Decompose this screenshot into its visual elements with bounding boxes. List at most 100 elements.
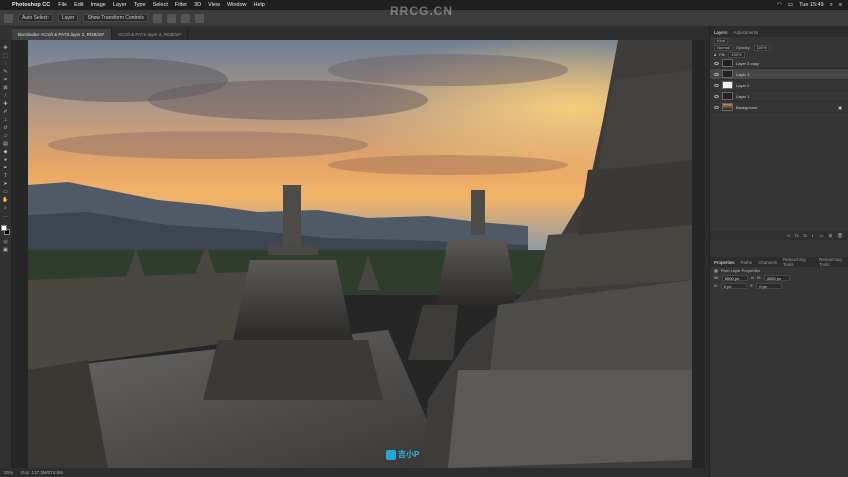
tab-retouching-tools-1[interactable]: Retouching Tools bbox=[783, 257, 813, 267]
width-input[interactable]: 6000 px bbox=[721, 275, 748, 281]
eye-icon[interactable] bbox=[714, 83, 719, 87]
menu-select[interactable]: Select bbox=[153, 2, 168, 8]
quick-mask-icon[interactable]: ◎ bbox=[2, 239, 10, 245]
menu-edit[interactable]: Edit bbox=[74, 2, 83, 8]
link-icon[interactable]: ∞ bbox=[751, 275, 754, 281]
blur-tool-icon[interactable]: ◆ bbox=[2, 149, 10, 155]
tab-retouching-tools-2[interactable]: Retouching Tools bbox=[819, 257, 848, 267]
eyedropper-tool-icon[interactable]: ⁄ bbox=[2, 93, 10, 99]
crop-tool-icon[interactable]: ⌗ bbox=[2, 77, 10, 83]
app-menu[interactable]: Photoshop CC bbox=[12, 2, 50, 8]
layers-empty-area bbox=[710, 113, 848, 231]
tab-label: ×Croft & PATS.layer 2, RGB/16* bbox=[117, 32, 182, 37]
menu-view[interactable]: View bbox=[208, 2, 220, 8]
layer-name: Layer 1 bbox=[736, 93, 750, 99]
marquee-tool-icon[interactable]: ⬚ bbox=[2, 53, 10, 59]
layer-row[interactable]: Layer 2 bbox=[710, 80, 848, 91]
eye-icon[interactable] bbox=[714, 105, 719, 109]
trash-icon[interactable]: 🗑︎ bbox=[837, 233, 843, 239]
layer-row[interactable]: Layer 1 bbox=[710, 91, 848, 102]
eye-icon[interactable] bbox=[714, 94, 719, 98]
healing-brush-tool-icon[interactable]: ✚ bbox=[2, 101, 10, 107]
zoom-tool-icon[interactable]: ⌕ bbox=[2, 205, 10, 211]
show-transform-controls-checkbox[interactable]: Show Transform Controls bbox=[83, 14, 148, 22]
tab-document-1[interactable]: Borobudur-×Croft & PATS.layer 2, RGB/16* bbox=[12, 29, 112, 40]
move-tool-icon[interactable] bbox=[4, 13, 13, 23]
eye-icon[interactable] bbox=[714, 61, 719, 65]
menu-help[interactable]: Help bbox=[254, 2, 265, 8]
hand-tool-icon[interactable]: ✋ bbox=[2, 197, 10, 203]
position-fields: X: 0 px Y: 0 px bbox=[710, 282, 848, 290]
adjustment-layer-icon[interactable]: ◐ bbox=[812, 233, 815, 238]
fx-icon[interactable]: fx bbox=[795, 233, 799, 238]
tab-paths[interactable]: Paths bbox=[741, 260, 753, 265]
frame-tool-icon[interactable]: ⊠ bbox=[2, 85, 10, 91]
align-icon[interactable] bbox=[180, 13, 190, 23]
distribute-icon[interactable] bbox=[194, 13, 204, 23]
menu-list-icon[interactable]: ≡ bbox=[839, 2, 842, 8]
fill-input[interactable]: 100% bbox=[728, 51, 745, 58]
align-icon[interactable] bbox=[152, 13, 162, 23]
tab-layers[interactable]: Layers bbox=[714, 30, 728, 35]
properties-title-row: ▦ Pixel Layer Properties bbox=[710, 267, 848, 274]
path-select-tool-icon[interactable]: ➤ bbox=[2, 181, 10, 187]
doc-size[interactable]: Doc: 137.3M/274.6M bbox=[21, 470, 63, 475]
history-brush-tool-icon[interactable]: ↺ bbox=[2, 125, 10, 131]
menu-image[interactable]: Image bbox=[91, 2, 106, 8]
menu-file[interactable]: File bbox=[58, 2, 67, 8]
add-mask-icon[interactable]: ◘ bbox=[804, 233, 807, 238]
layer-row-selected[interactable]: Layer 3 bbox=[710, 69, 848, 80]
more-tools-icon[interactable]: … bbox=[2, 213, 10, 219]
clone-stamp-tool-icon[interactable]: ⊥ bbox=[2, 117, 10, 123]
lasso-tool-icon[interactable]: ◌ bbox=[2, 61, 10, 67]
y-label: Y: bbox=[749, 283, 754, 288]
color-swatches[interactable] bbox=[0, 225, 11, 237]
layer-filter-row: Kind bbox=[710, 37, 848, 44]
link-layers-icon[interactable]: ∞ bbox=[787, 233, 790, 238]
lock-icon[interactable]: 🔒︎ bbox=[714, 52, 716, 57]
menu-type[interactable]: Type bbox=[134, 2, 146, 8]
opacity-input[interactable]: 100% bbox=[753, 44, 770, 51]
menu-filter[interactable]: Filter bbox=[175, 2, 187, 8]
properties-panel: Properties Paths Channels Retouching Too… bbox=[710, 257, 848, 290]
menu-3d[interactable]: 3D bbox=[194, 2, 201, 8]
blend-mode-dropdown[interactable]: Normal bbox=[714, 44, 733, 51]
height-input[interactable]: 4000 px bbox=[763, 275, 790, 281]
brush-tool-icon[interactable]: ✐ bbox=[2, 109, 10, 115]
gradient-tool-icon[interactable]: ▤ bbox=[2, 141, 10, 147]
move-tool-icon[interactable]: ✥ bbox=[2, 45, 10, 51]
eye-icon[interactable] bbox=[714, 72, 719, 76]
type-tool-icon[interactable]: T bbox=[2, 173, 10, 179]
tab-document-2[interactable]: ×Croft & PATS.layer 2, RGB/16* bbox=[112, 29, 189, 40]
shape-tool-icon[interactable]: ▭ bbox=[2, 189, 10, 195]
auto-select-checkbox[interactable]: Auto Select: bbox=[18, 14, 53, 22]
layer-row[interactable]: Background ▣ bbox=[710, 102, 848, 113]
menu-layer[interactable]: Layer bbox=[113, 2, 127, 8]
dodge-tool-icon[interactable]: ● bbox=[2, 157, 10, 163]
menu-window[interactable]: Window bbox=[227, 2, 247, 8]
y-input[interactable]: 0 px bbox=[756, 283, 783, 289]
foreground-color-swatch[interactable] bbox=[0, 225, 7, 231]
auto-select-dropdown[interactable]: Layer bbox=[57, 14, 79, 22]
clock[interactable]: Tue 15:49 bbox=[799, 2, 824, 8]
battery-icon[interactable]: ▭ bbox=[788, 2, 793, 8]
tab-channels[interactable]: Channels bbox=[758, 260, 777, 265]
eraser-tool-icon[interactable]: ▱ bbox=[2, 133, 10, 139]
screen-mode-icon[interactable]: ▣ bbox=[2, 247, 10, 253]
group-icon[interactable]: ▭ bbox=[819, 233, 823, 239]
pen-tool-icon[interactable]: ✒ bbox=[2, 165, 10, 171]
quick-select-tool-icon[interactable]: ✎ bbox=[2, 69, 10, 75]
zoom-level[interactable]: 25% bbox=[4, 470, 13, 475]
document-image[interactable] bbox=[28, 40, 692, 468]
tab-adjustments[interactable]: Adjustments bbox=[734, 30, 759, 35]
layer-row[interactable]: Layer 3 copy bbox=[710, 58, 848, 69]
wifi-icon[interactable]: ◠ bbox=[777, 2, 782, 8]
new-layer-icon[interactable]: ⊞ bbox=[829, 233, 833, 239]
search-icon[interactable]: ⌕ bbox=[830, 2, 833, 9]
tab-properties[interactable]: Properties bbox=[714, 260, 735, 265]
layer-kind-filter[interactable]: Kind bbox=[714, 37, 729, 44]
canvas-area[interactable] bbox=[12, 40, 709, 468]
x-input[interactable]: 0 px bbox=[720, 283, 747, 289]
align-icon[interactable] bbox=[166, 13, 176, 23]
properties-panel-tabs: Properties Paths Channels Retouching Too… bbox=[710, 257, 848, 267]
